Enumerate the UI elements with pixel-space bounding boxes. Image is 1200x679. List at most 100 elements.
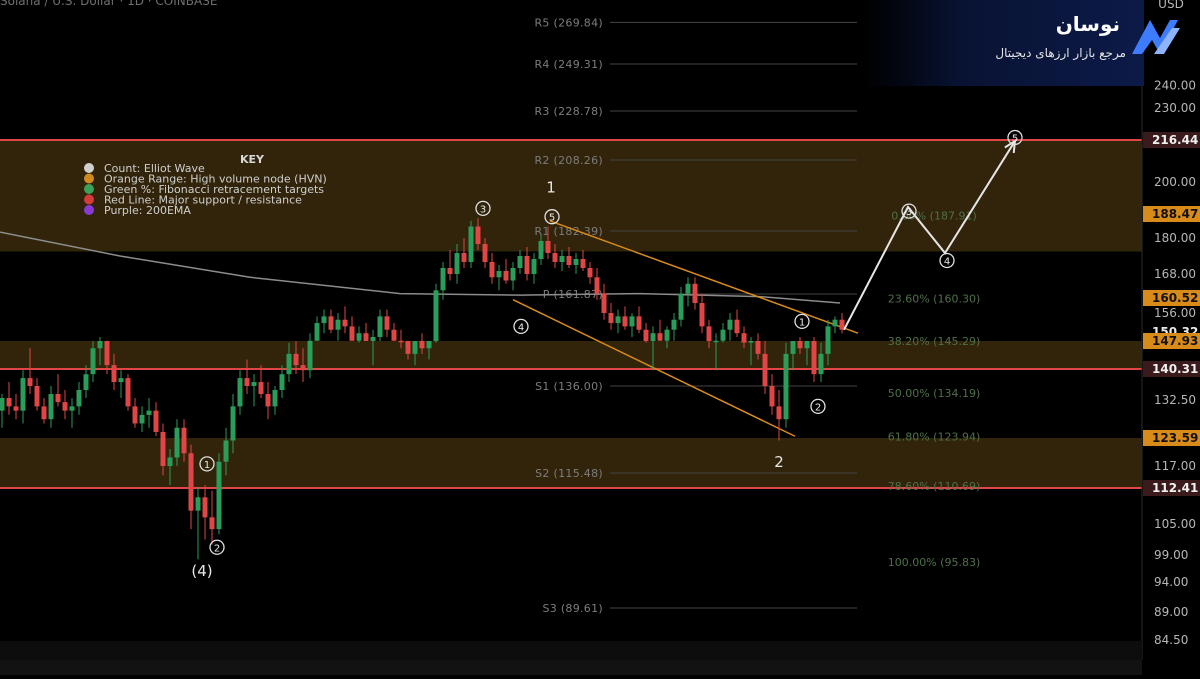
price-tag-label-5: 140.31 (1152, 362, 1198, 376)
candle-body (216, 461, 222, 530)
candle-37 (258, 365, 264, 398)
candle-body (755, 341, 761, 354)
candle-body (293, 353, 299, 366)
candle-body (69, 406, 75, 411)
candle-body (650, 333, 656, 341)
candle-3 (20, 370, 26, 424)
fib-label-1: 23.60% (160.30) (888, 293, 981, 306)
candle-7 (48, 386, 54, 428)
candle-body (111, 365, 117, 383)
candle-body (370, 336, 376, 341)
candle-body (601, 293, 607, 313)
candle-body (209, 517, 215, 530)
candle-83 (580, 250, 586, 271)
candle-body (426, 341, 432, 349)
candle-body (300, 365, 306, 371)
price-chart[interactable]: R5 (269.84) R4 (249.31) R3 (228.78) R2 (208… (0, 0, 1200, 675)
candle-body (657, 333, 663, 341)
fib-label-4: 61.80% (123.94) (888, 431, 981, 444)
candle-21 (146, 398, 152, 428)
candle-body (510, 268, 516, 281)
candle-48 (335, 313, 341, 341)
candle-73 (510, 262, 516, 291)
candle-70 (489, 253, 495, 284)
wave-circle-label-9: 5 (1012, 134, 1018, 145)
candle-body (384, 316, 390, 330)
candle-62 (433, 283, 439, 343)
candle-body (83, 374, 89, 390)
candle-body (545, 241, 551, 253)
candle-body (762, 353, 768, 386)
candle-body (706, 326, 712, 341)
candle-body (90, 348, 96, 375)
candle-30 (209, 490, 215, 545)
candle-body (377, 316, 383, 337)
candle-99 (692, 277, 698, 310)
candle-82 (573, 253, 579, 274)
candle-body (202, 497, 208, 518)
candle-body (48, 394, 54, 420)
y-tick-9: 105.00 (1154, 517, 1196, 531)
y-tick-1: 230.00 (1154, 101, 1196, 115)
candle-76 (531, 253, 537, 284)
candle-17 (118, 370, 124, 398)
candle-body (188, 453, 194, 511)
key-dot-3 (84, 194, 94, 205)
candle-body (587, 268, 593, 278)
wave-label-2: (4) (191, 562, 212, 580)
candle-body (818, 353, 824, 375)
candle-body (671, 319, 677, 330)
candle-36 (251, 374, 257, 407)
candle-19 (132, 398, 138, 428)
candle-body (566, 256, 572, 265)
y-tick-0: 240.00 (1154, 78, 1196, 92)
pivot-label-0: R5 (269.84) (534, 16, 603, 29)
candle-51 (356, 326, 362, 343)
candle-body (13, 406, 19, 411)
candle-body (286, 353, 292, 375)
candle-92 (643, 323, 649, 343)
candle-body (321, 316, 327, 324)
candle-body (258, 382, 264, 394)
candle-body (783, 353, 789, 420)
candle-body (153, 410, 159, 432)
candle-47 (328, 309, 334, 334)
candle-body (335, 319, 341, 330)
key-dot-0 (84, 163, 94, 173)
pivot-label-3: R2 (208.26) (534, 154, 603, 167)
candle-55 (384, 309, 390, 337)
candle-12 (83, 365, 89, 398)
candle-119 (832, 316, 838, 334)
candle-112 (783, 342, 789, 428)
candle-body (195, 497, 201, 511)
y-tick-3: 180.00 (1154, 231, 1196, 245)
candle-22 (153, 402, 159, 437)
candle-body (797, 341, 803, 349)
candle-body (391, 329, 397, 341)
candle-body (524, 256, 530, 274)
candle-34 (237, 370, 243, 415)
candle-39 (272, 386, 278, 415)
candle-body (160, 431, 166, 466)
candle-body (405, 341, 411, 354)
candle-100 (699, 293, 705, 334)
candle-45 (314, 316, 320, 341)
candle-body (468, 226, 474, 262)
candle-body (356, 333, 362, 341)
wave-circle-label-3: 1 (204, 460, 210, 471)
candle-80 (559, 250, 565, 271)
candle-body (552, 253, 558, 262)
candle-72 (503, 259, 509, 284)
candle-body (55, 394, 61, 403)
bottom-pane (0, 641, 1142, 660)
candle-body (811, 341, 817, 375)
wave-circle-label-8: 4 (944, 257, 950, 268)
candle-body (580, 259, 586, 268)
key-item-4: Purple: 200EMA (104, 204, 191, 217)
fib-label-5: 78.60% (110.69) (888, 480, 981, 493)
candle-body (139, 414, 145, 424)
candle-body (265, 394, 271, 407)
candle-103 (720, 323, 726, 343)
candle-body (804, 341, 810, 349)
candle-body (496, 271, 502, 278)
